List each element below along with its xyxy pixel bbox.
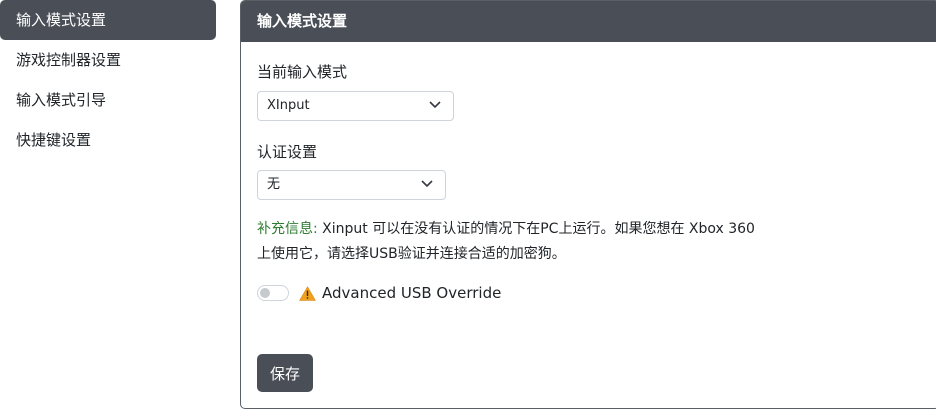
auth-value: 无 [267,177,281,192]
sidebar-item-input-guide[interactable]: 输入模式引导 [0,80,216,120]
save-button[interactable]: 保存 [257,354,314,392]
sidebar: 输入模式设置 游戏控制器设置 输入模式引导 快捷键设置 [0,0,216,160]
override-label: Advanced USB Override [322,284,502,302]
info-body: Xinput 可以在没有认证的情况下在PC上运行。如果您想在 Xbox 360 … [257,221,755,262]
chevron-down-icon [429,101,441,109]
override-row: Advanced USB Override [257,282,501,304]
override-toggle[interactable] [257,285,289,301]
input-mode-value: XInput [267,98,310,113]
info-text: 补充信息: Xinput 可以在没有认证的情况下在PC上运行。如果您想在 Xbo… [257,217,757,267]
sidebar-item-gamepad[interactable]: 游戏控制器设置 [0,40,216,80]
settings-card: 输入模式设置 当前输入模式 XInput 认证设置 无 补充信息: Xinput… [240,0,936,409]
input-mode-select[interactable]: XInput [257,91,454,121]
input-mode-label: 当前输入模式 [257,63,348,81]
card-title: 输入模式设置 [241,1,936,42]
chevron-down-icon [421,180,433,188]
sidebar-item-hotkeys[interactable]: 快捷键设置 [0,120,216,160]
auth-select[interactable]: 无 [257,170,446,200]
info-label: 补充信息: [257,221,318,237]
toggle-knob [260,288,270,298]
sidebar-item-input-mode[interactable]: 输入模式设置 [0,0,216,40]
warning-icon [299,285,316,301]
auth-label: 认证设置 [257,143,318,161]
